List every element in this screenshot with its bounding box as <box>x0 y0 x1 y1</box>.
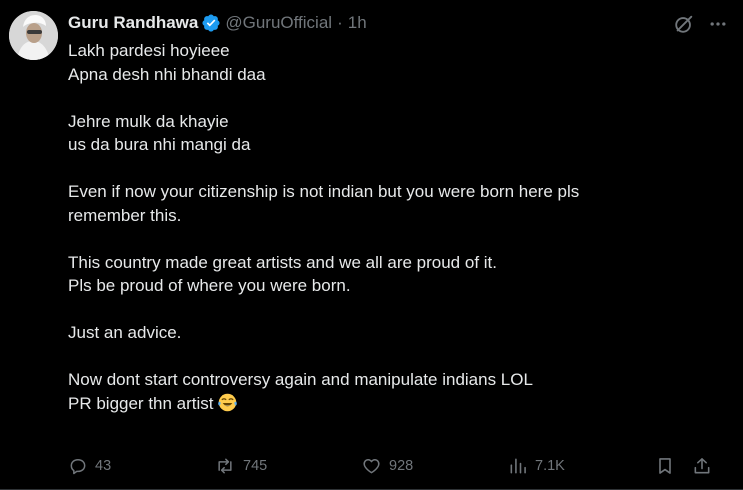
repost-count: 745 <box>243 458 268 474</box>
reply-button[interactable]: 43 <box>68 452 111 480</box>
repost-button[interactable]: 745 <box>214 452 267 480</box>
tweet-line: Jehre mulk da khayie <box>68 111 229 131</box>
tweet-header: Guru Randhawa @GuruOfficial · 1h <box>68 11 367 35</box>
tweet-top-icons <box>667 10 735 38</box>
like-count: 928 <box>389 458 414 474</box>
tweet-actions: 43 745 928 7.1K <box>68 452 743 480</box>
more-icon[interactable] <box>701 10 735 38</box>
bookmark-icon <box>655 456 675 476</box>
tweet-line: PR bigger thn artist <box>68 393 214 413</box>
display-name[interactable]: Guru Randhawa <box>68 13 198 33</box>
avatar-image <box>9 11 58 60</box>
reply-icon <box>68 456 88 476</box>
heart-icon <box>361 456 382 476</box>
tweet-line: Just an advice. <box>68 323 182 342</box>
verified-badge-icon[interactable] <box>201 13 221 33</box>
tweet-line: remember this. <box>68 205 182 225</box>
tweet-line: Even if now your citizenship is not indi… <box>68 182 580 201</box>
tweet-last-line: PR bigger thn artist <box>68 392 708 416</box>
laughing-tears-emoji-icon <box>217 392 238 413</box>
repost-icon <box>214 456 236 476</box>
handle[interactable]: @GuruOfficial <box>225 13 332 33</box>
grok-icon[interactable] <box>667 10 701 38</box>
avatar[interactable] <box>9 11 58 60</box>
tweet-line: Apna desh nhi bhandi daa <box>68 64 266 84</box>
share-icon <box>692 456 712 476</box>
bookmark-button[interactable] <box>655 452 675 480</box>
views-button[interactable]: 7.1K <box>508 452 565 480</box>
tweet-line: This country made great artists and we a… <box>68 252 497 272</box>
tweet-line: Now dont start controversy again and man… <box>68 370 533 389</box>
tweet[interactable]: Guru Randhawa @GuruOfficial · 1h Lakh pa… <box>0 0 743 490</box>
timestamp[interactable]: 1h <box>348 13 367 33</box>
tweet-line: Pls be proud of where you were born. <box>68 276 351 295</box>
views-icon <box>508 456 528 476</box>
separator-dot: · <box>337 13 343 32</box>
like-button[interactable]: 928 <box>361 452 413 480</box>
view-count: 7.1K <box>535 458 565 474</box>
reply-count: 43 <box>95 458 112 474</box>
tweet-line: Lakh pardesi hoyieee <box>68 41 230 60</box>
tweet-text: Lakh pardesi hoyieee Apna desh nhi bhand… <box>68 39 708 415</box>
share-button[interactable] <box>692 452 712 480</box>
tweet-line: us da bura nhi mangi da <box>68 135 251 154</box>
